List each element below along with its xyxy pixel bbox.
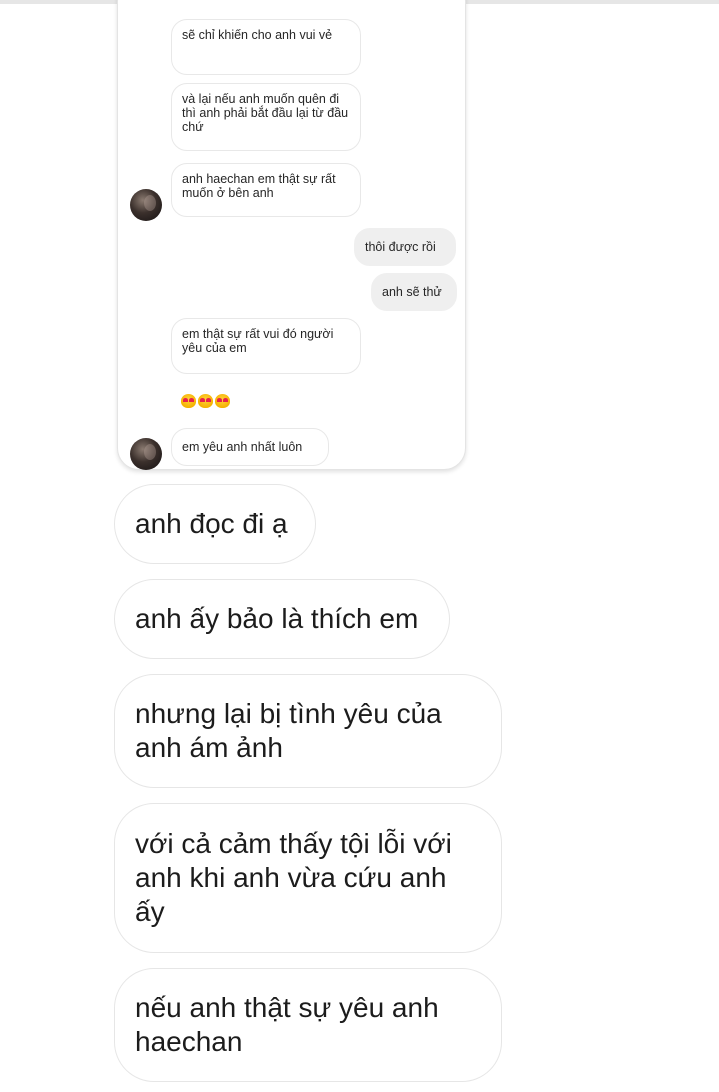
message-text: nhưng lại bị tình yêu của anh ám ảnh: [135, 698, 442, 763]
heart-eyes-emoji: [215, 394, 230, 408]
heart-eyes-emoji: [181, 394, 196, 408]
message-bubble[interactable]: anh ấy bảo là thích em: [114, 579, 450, 659]
embedded-message: sẽ chỉ khiến cho anh vui vẻ: [171, 19, 361, 75]
shared-screenshot-card[interactable]: sẽ chỉ khiến cho anh vui vẻ và lại nếu a…: [117, 0, 466, 470]
avatar: [130, 438, 162, 470]
message-bubble[interactable]: nếu anh thật sự yêu anh haechan: [114, 968, 502, 1082]
embedded-message: em thật sự rất vui đó người yêu của em: [171, 318, 361, 374]
heart-eyes-emoji-group: [181, 394, 230, 408]
heart-eyes-emoji: [198, 394, 213, 408]
message-text: nếu anh thật sự yêu anh haechan: [135, 992, 439, 1057]
message-text: với cả cảm thấy tội lỗi với anh khi anh …: [135, 828, 452, 927]
message-bubble[interactable]: nhưng lại bị tình yêu của anh ám ảnh: [114, 674, 502, 788]
message-text: anh ấy bảo là thích em: [135, 603, 419, 634]
message-text: anh đọc đi ạ: [135, 508, 288, 539]
embedded-message-outgoing: thôi được rồi: [354, 228, 456, 266]
embedded-message: em yêu anh nhất luôn: [171, 428, 329, 466]
embedded-message-outgoing: anh sẽ thử: [371, 273, 457, 311]
embedded-message: anh haechan em thật sự rất muốn ở bên an…: [171, 163, 361, 217]
message-bubble[interactable]: với cả cảm thấy tội lỗi với anh khi anh …: [114, 803, 502, 953]
message-bubble[interactable]: anh đọc đi ạ: [114, 484, 316, 564]
embedded-message: và lại nếu anh muốn quên đi thì anh phải…: [171, 83, 361, 151]
avatar: [130, 189, 162, 221]
